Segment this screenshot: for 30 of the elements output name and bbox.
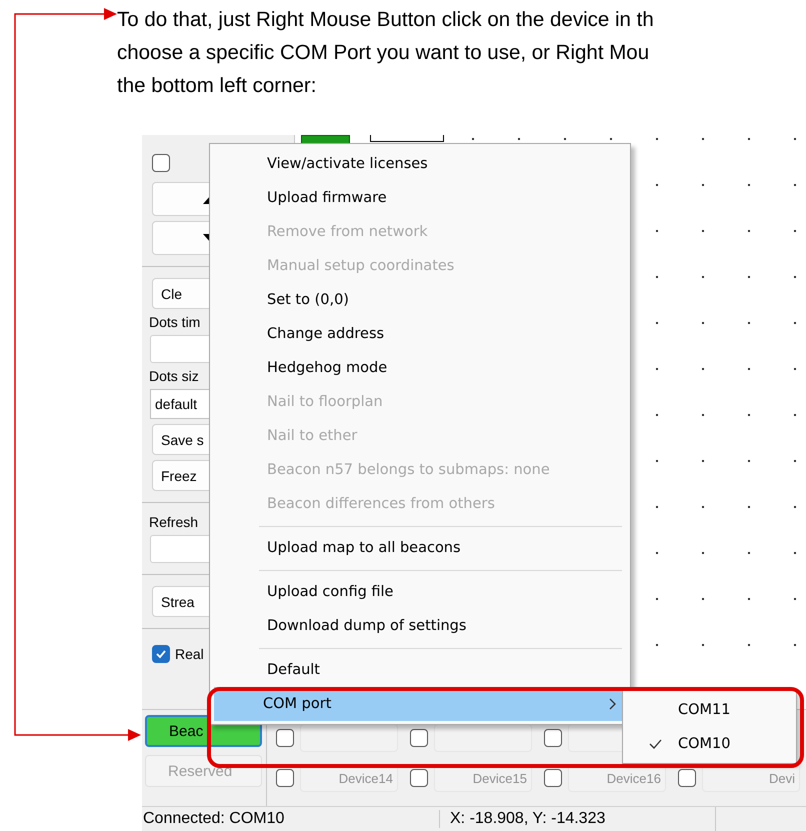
field-label: Refresh — [148, 514, 200, 530]
checkbox[interactable] — [678, 769, 696, 788]
cursor-coordinates: X: -18.908, Y: -14.323 — [439, 810, 715, 828]
instruction-text: To do that, just Right Mouse Button click on the device in th — [117, 7, 654, 33]
menu-item[interactable]: Upload config file — [214, 575, 626, 609]
checkbox[interactable] — [544, 769, 562, 788]
checkmark-icon — [155, 648, 167, 660]
menu-item[interactable]: Upload map to all beacons — [214, 531, 626, 565]
menu-item[interactable]: COM10 — [623, 727, 796, 761]
menu-item[interactable]: Set to (0,0) — [214, 283, 626, 317]
menu-item[interactable]: View/activate licenses — [214, 147, 626, 181]
checkbox[interactable] — [410, 769, 428, 788]
checkbox-label: Real — [175, 646, 204, 662]
connection-status: Connected: COM10 — [142, 810, 286, 828]
chevron-right-icon — [609, 698, 616, 710]
menu-item[interactable]: COM11 — [623, 693, 796, 727]
menu-item[interactable]: Download dump of settings — [214, 609, 626, 643]
checkbox[interactable] — [152, 645, 170, 663]
menu-item[interactable]: Hedgehog mode — [214, 351, 626, 385]
checkbox[interactable] — [152, 154, 170, 172]
field-label: Dots tim — [148, 314, 202, 330]
menu-item[interactable]: Upload firmware — [214, 181, 626, 215]
checkbox[interactable] — [276, 729, 294, 748]
menu-item[interactable]: Default — [214, 653, 626, 687]
checkbox[interactable] — [410, 729, 428, 748]
checkbox[interactable] — [276, 769, 294, 788]
instruction-text: choose a specific COM Port you want to use, or Right Mou — [117, 40, 650, 66]
menu-item[interactable]: Change address — [214, 317, 626, 351]
checkbox[interactable] — [544, 729, 562, 748]
instruction-text: the bottom left corner: — [117, 73, 316, 99]
